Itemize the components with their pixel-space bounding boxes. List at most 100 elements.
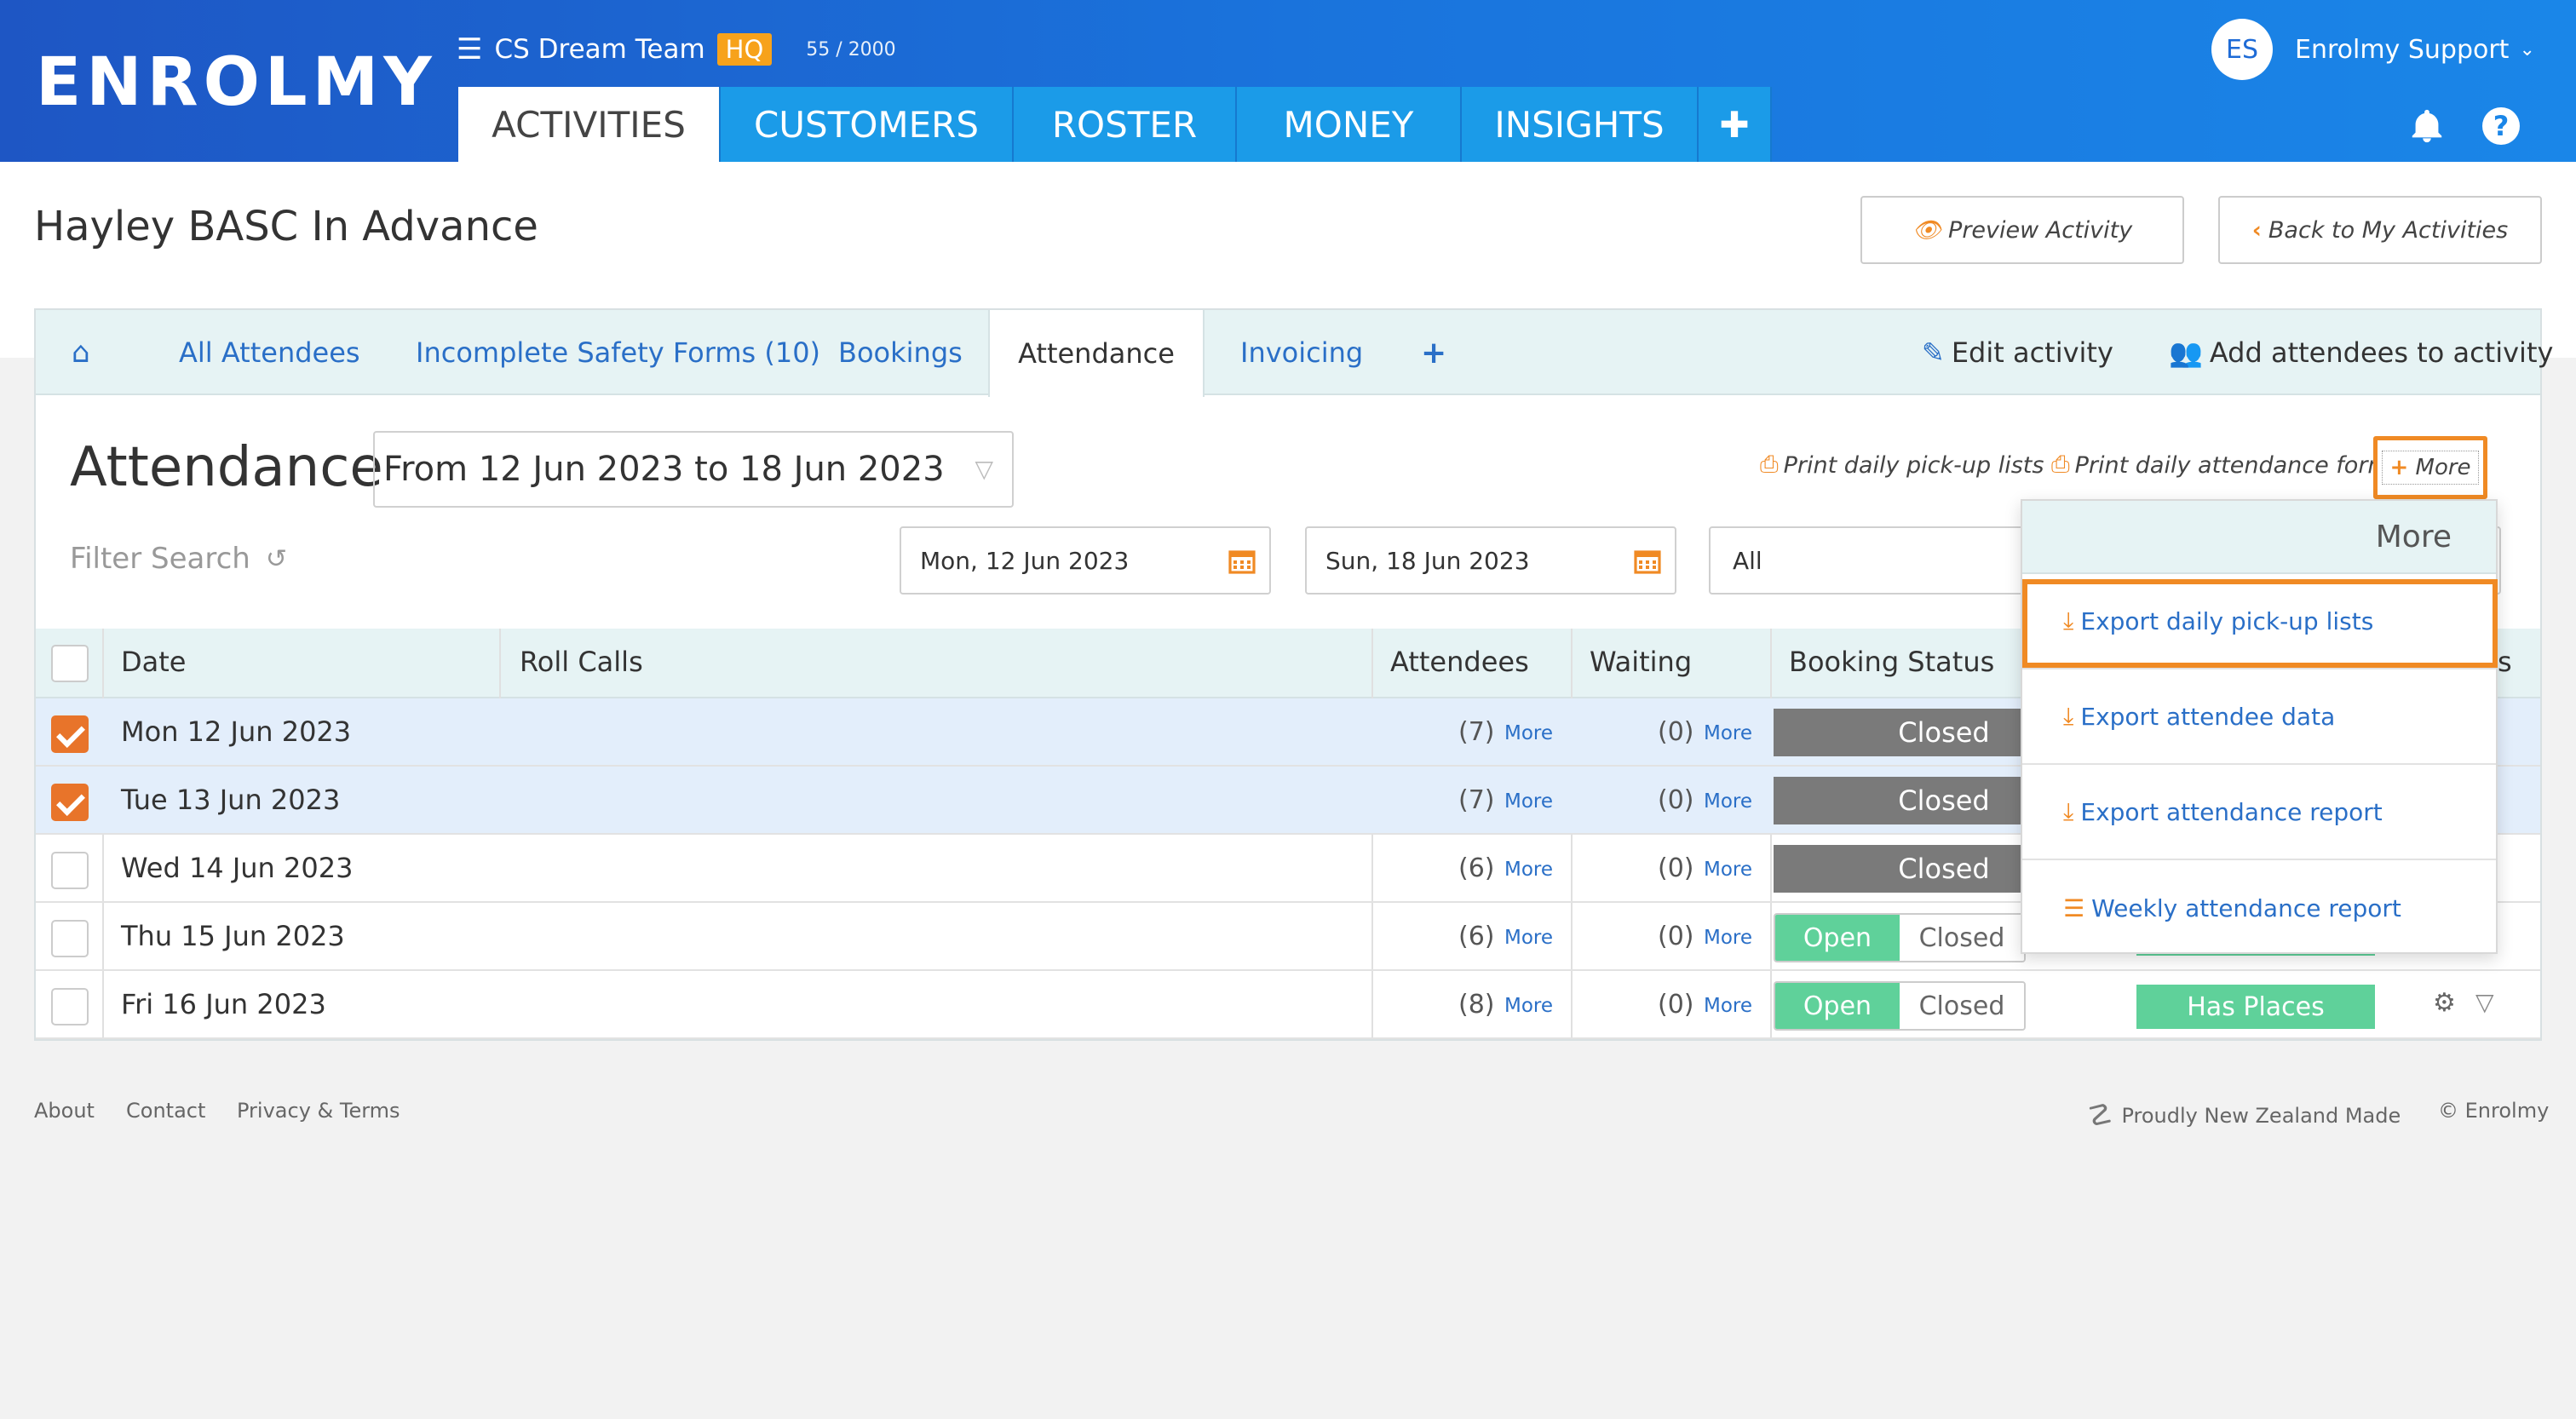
bell-icon[interactable] — [2407, 106, 2447, 146]
preview-activity-button[interactable]: 👁 Preview Activity — [1860, 196, 2184, 264]
select-all-checkbox[interactable] — [51, 645, 89, 682]
attendees-more-link[interactable]: More — [1504, 859, 1553, 881]
attendees-more-link[interactable]: More — [1504, 722, 1553, 744]
col-header-roll-calls: Roll Calls — [520, 646, 643, 678]
chevron-down-icon[interactable]: ▽ — [2475, 988, 2494, 1016]
user-name[interactable]: Enrolmy Support — [2295, 35, 2509, 65]
hq-badge: HQ — [716, 33, 773, 66]
chevron-down-icon[interactable]: ⌄ — [2519, 39, 2534, 60]
row-attendees-count: (7) — [1458, 717, 1495, 747]
row-waiting-count: (0) — [1658, 853, 1694, 883]
printer-icon: ⎙ — [2051, 451, 2070, 478]
nav-tab-add[interactable]: ✚ — [1699, 87, 1772, 162]
page-title: Hayley BASC In Advance — [34, 203, 538, 250]
eye-icon: 👁 — [1912, 217, 1942, 244]
row-date: Fri 16 Jun 2023 — [121, 988, 326, 1020]
tab-bookings[interactable]: Bookings — [838, 310, 963, 395]
closed-option[interactable]: Closed — [1900, 915, 2024, 961]
add-attendees-label: Add attendees to activity — [2209, 336, 2554, 369]
start-date-input[interactable]: Mon, 12 Jun 2023 — [900, 526, 1271, 595]
waiting-more-link[interactable]: More — [1704, 722, 1752, 744]
row-date: Thu 15 Jun 2023 — [121, 920, 345, 952]
export-attendance-report-label: Export attendance report — [2080, 797, 2383, 826]
row-checkbox[interactable] — [51, 784, 89, 821]
row-waiting-count: (0) — [1658, 717, 1694, 747]
edit-activity-link[interactable]: ✎ Edit activity — [1922, 310, 2113, 395]
places-badge: Has Places — [2136, 985, 2375, 1029]
row-checkbox[interactable] — [51, 715, 89, 753]
print-attendance-form-link[interactable]: ⎙ Print daily attendance form — [2051, 451, 2390, 479]
org-name[interactable]: CS Dream Team — [494, 34, 704, 65]
hamburger-icon[interactable]: ☰ — [457, 32, 482, 66]
closed-option[interactable]: Closed — [1900, 983, 2024, 1029]
row-date: Tue 13 Jun 2023 — [121, 784, 341, 816]
waiting-more-link[interactable]: More — [1704, 790, 1752, 813]
tab-attendance[interactable]: Attendance — [988, 310, 1205, 397]
calendar-icon[interactable] — [1634, 547, 1661, 574]
attendees-more-link[interactable]: More — [1504, 790, 1553, 813]
preview-activity-label: Preview Activity — [1948, 216, 2133, 244]
export-attendee-data-item[interactable]: ⤓ Export attendee data — [2022, 669, 2496, 765]
list-icon: ☰ — [2063, 893, 2085, 922]
end-date-input[interactable]: Sun, 18 Jun 2023 — [1305, 526, 1676, 595]
nav-tab-activities[interactable]: ACTIVITIES — [458, 87, 721, 162]
add-attendees-link[interactable]: 👥 Add attendees to activity — [2169, 310, 2553, 395]
more-button[interactable]: + More — [2373, 436, 2487, 499]
nav-tab-insights[interactable]: INSIGHTS — [1462, 87, 1699, 162]
footer-contact-link[interactable]: Contact — [126, 1099, 205, 1123]
export-attendee-data-label: Export attendee data — [2080, 702, 2336, 731]
fern-icon: ☡ — [2087, 1099, 2113, 1133]
tab-incomplete-safety-forms[interactable]: Incomplete Safety Forms (10) — [416, 310, 820, 395]
help-icon[interactable]: ? — [2482, 107, 2520, 145]
booking-status-toggle[interactable]: Open Closed — [1774, 913, 2026, 962]
footer-privacy-link[interactable]: Privacy & Terms — [237, 1099, 400, 1123]
footer-nz-made-label: Proudly New Zealand Made — [2121, 1104, 2401, 1128]
end-date-value: Sun, 18 Jun 2023 — [1325, 546, 1530, 575]
row-date: Mon 12 Jun 2023 — [121, 715, 352, 748]
nav-tab-customers[interactable]: CUSTOMERS — [721, 87, 1014, 162]
reset-icon[interactable]: ↺ — [266, 544, 287, 574]
nav-tab-money[interactable]: MONEY — [1237, 87, 1462, 162]
highlight-box — [2022, 579, 2498, 668]
waiting-more-link[interactable]: More — [1704, 859, 1752, 881]
row-checkbox[interactable] — [51, 852, 89, 889]
attendees-more-link[interactable]: More — [1504, 927, 1553, 949]
tab-all-attendees[interactable]: All Attendees — [179, 310, 360, 395]
back-to-activities-button[interactable]: ‹ Back to My Activities — [2218, 196, 2542, 264]
row-date: Wed 14 Jun 2023 — [121, 852, 354, 884]
calendar-icon[interactable] — [1228, 547, 1256, 574]
home-icon[interactable]: ⌂ — [72, 310, 90, 395]
open-option[interactable]: Open — [1775, 915, 1900, 961]
attendees-more-link[interactable]: More — [1504, 995, 1553, 1017]
booking-status-toggle[interactable]: Open Closed — [1774, 981, 2026, 1031]
avatar[interactable]: ES — [2211, 19, 2273, 80]
tab-invoicing[interactable]: Invoicing — [1240, 310, 1363, 395]
column-divider — [499, 629, 501, 698]
filter-search-placeholder: Filter Search — [70, 542, 250, 576]
row-attendees-count: (6) — [1458, 853, 1495, 883]
edit-activity-label: Edit activity — [1951, 336, 2113, 369]
weekly-attendance-report-item[interactable]: ☰ Weekly attendance report — [2022, 860, 2496, 956]
footer-about-link[interactable]: About — [34, 1099, 95, 1123]
date-range-select[interactable]: From 12 Jun 2023 to 18 Jun 2023 ▽ — [373, 431, 1014, 508]
row-checkbox[interactable] — [51, 920, 89, 957]
org-switcher[interactable]: ☰ CS Dream Team HQ 55 / 2000 — [457, 32, 896, 66]
enrolmy-logo[interactable]: ENROLMY — [36, 44, 437, 121]
nav-tab-roster[interactable]: ROSTER — [1014, 87, 1237, 162]
download-icon: ⤓ — [2063, 797, 2074, 825]
col-header-booking-status: Booking Status — [1789, 646, 1995, 678]
waiting-more-link[interactable]: More — [1704, 927, 1752, 949]
more-button-label: More — [2415, 455, 2471, 480]
export-attendance-report-item[interactable]: ⤓ Export attendance report — [2022, 765, 2496, 860]
open-option[interactable]: Open — [1775, 983, 1900, 1029]
print-pickup-lists-link[interactable]: ⎙ Print daily pick-up lists — [1760, 451, 2044, 479]
gear-icon[interactable]: ⚙ — [2433, 988, 2456, 1018]
filter-search[interactable]: Filter Search ↺ — [70, 542, 287, 576]
col-header-date[interactable]: Date — [121, 646, 186, 678]
add-tab-icon[interactable]: + — [1421, 310, 1446, 395]
attendance-heading: Attendance — [70, 436, 383, 499]
waiting-more-link[interactable]: More — [1704, 995, 1752, 1017]
user-menu[interactable]: ES Enrolmy Support ⌄ — [2211, 19, 2535, 80]
row-checkbox[interactable] — [51, 988, 89, 1025]
row-attendees-count: (8) — [1458, 990, 1495, 1020]
